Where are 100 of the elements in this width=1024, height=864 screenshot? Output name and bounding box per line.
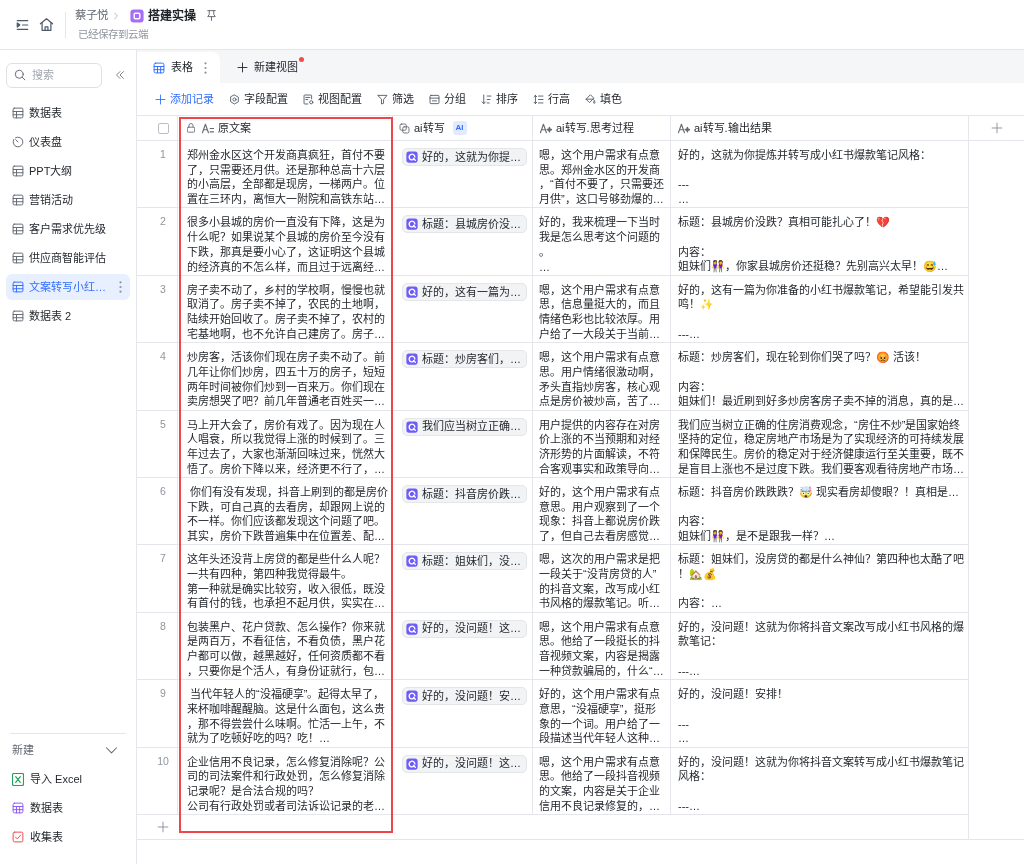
more-icon[interactable]	[119, 281, 122, 293]
ai-generated-text: 好的，这个用户需求有点意思。用户观察到了一个现象：抖音上都说房价跌了，但自己去看房感觉…	[539, 484, 661, 544]
sidebar-item[interactable]: 供应商智能评估	[6, 245, 130, 271]
row-number: 2	[160, 214, 166, 229]
source-text: 这年头还没背上房贷的都是些什么人呢？	[187, 552, 386, 568]
home-icon[interactable]	[39, 17, 54, 32]
new-menu-item[interactable]: 收集表	[0, 824, 136, 850]
document-settings-icon	[303, 93, 314, 105]
sidebar-item[interactable]: PPT大纲	[6, 158, 130, 184]
column-header[interactable]: ai转写 AI	[393, 116, 533, 140]
view-settings-button[interactable]: 视图配置	[303, 90, 362, 108]
document-title[interactable]: 搭建实操	[148, 6, 196, 25]
logo-icon	[406, 690, 418, 703]
row-number: 8	[160, 618, 166, 633]
ai-generated-text: 嗯，这次的用户需求是把一段关于“没背房贷的人”的抖音文案，改写成小红书风格的爆款笔记。听…	[539, 552, 661, 612]
row-number: 5	[160, 416, 166, 431]
ai-generated-text: 姐妹们👭，你家县城房价还挺稳？先别高兴太早！😅…	[678, 259, 949, 275]
ai-generated-text: 内容：	[678, 379, 712, 395]
collapse-icon[interactable]	[115, 69, 125, 80]
sidebar-item[interactable]: 客户需求优先级	[6, 216, 130, 242]
logo-icon	[406, 757, 418, 770]
ai-generated-text: 内容：	[678, 514, 712, 530]
add-column-button[interactable]	[990, 122, 1003, 134]
spreadsheet-icon	[12, 772, 24, 786]
ai-generated-text: 我们应当树立正确的住房消费观念，“房住不炒”是国家始终坚持的定位，稳定房地产市场是为了实现经济的可持续发展和保障民生。房价的稳定对于经济健康运行至关重要，既不是盲目上涨也不是过度下跌。我们要客观看待房地产市场…	[678, 417, 965, 477]
sidebar-item[interactable]: 文案转写小红…	[6, 274, 130, 300]
sidebar-item[interactable]: 数据表	[6, 100, 130, 126]
column-header[interactable]: ai转写.思考过程	[533, 116, 671, 140]
sidebar-item[interactable]: 营销活动	[6, 187, 130, 213]
row-height-icon	[533, 93, 544, 105]
table-icon	[12, 310, 24, 322]
ai-text-field-icon	[678, 122, 690, 134]
source-text: 企业信用不良记录，怎么修复消除呢？公司的司法案件和行政处罚，怎么修复消除记录呢？是合法合规的吗？	[187, 754, 386, 799]
fill-color-button[interactable]: 填色	[585, 90, 622, 108]
ai-generated-text: …	[539, 259, 551, 275]
ai-result-chip[interactable]: 标题：炒房客们，…	[402, 350, 527, 369]
ai-generated-text: ---…	[678, 798, 701, 814]
source-text: 当代年轻人的“没福硬享”。起得太早了，来杯咖啡醒醒脑。这是什么面包，这么贵，那不得尝尝什么味啊。忙活一上午，不就为了吃顿好吃的吗？吃！…	[187, 687, 386, 746]
ai-generated-text: 好的，这有一篇为你准备的小红书爆款笔记，希望能引发共鸣！✨	[678, 282, 965, 313]
ai-result-chip[interactable]: 标题：抖音房价跌…	[402, 484, 527, 503]
ai-result-chip[interactable]: 标题：县城房价没…	[402, 215, 527, 234]
source-text: 马上开大会了，房价有戏了。因为现在人人唱衰，所以我觉得上涨的时候到了。三年过去了，大家也渐渐回味过来，恍然大悟了。房价下降以来，经济更不行了，…	[187, 417, 386, 477]
plus-icon	[157, 820, 169, 833]
sidebar-item[interactable]: 仪表盘	[6, 129, 130, 155]
column-header[interactable]: ai转写.输出结果	[671, 116, 969, 140]
sort-button[interactable]: 排序	[481, 90, 518, 108]
ai-result-chip[interactable]: 好的，这就为你提…	[402, 148, 527, 166]
breadcrumb-link[interactable]: 蔡子悦	[75, 7, 108, 25]
source-text: 公司有行政处罚或者司法诉讼记录的老…	[187, 798, 386, 814]
view-tab[interactable]: 新建视图	[235, 52, 300, 83]
ai-generated-text: 好的，这个用户需求有点意思，“没福硬享”，挺形象的一个词。用户给了一段描述当代年轻人这种…	[539, 687, 661, 746]
search-field[interactable]: 搜索	[6, 62, 102, 88]
more-icon[interactable]	[204, 61, 207, 74]
ai-generated-text: …	[678, 192, 690, 207]
field-settings-button[interactable]: 字段配置	[229, 90, 288, 108]
table-icon	[12, 223, 24, 235]
new-section-header[interactable]: 新建	[0, 737, 136, 763]
ai-generated-text: 姐妹们👭，是不是跟我一样？…	[678, 529, 836, 544]
row-number: 4	[160, 349, 166, 364]
ai-result-chip[interactable]: 好的，没问题！这…	[402, 754, 527, 773]
new-menu-item[interactable]: 导入 Excel	[0, 766, 136, 792]
row-number: 7	[160, 551, 166, 566]
sidebar-toggle-icon[interactable]	[15, 17, 30, 32]
ai-result-chip[interactable]: 好的，没问题！这…	[402, 619, 527, 638]
sort-icon	[481, 93, 492, 105]
logo-icon	[406, 555, 418, 568]
sidebar-item[interactable]: 数据表 2	[6, 303, 130, 329]
table-icon	[153, 61, 165, 74]
row-number: 10	[157, 753, 169, 768]
add-row-button[interactable]	[157, 820, 169, 833]
row-number: 6	[160, 483, 166, 498]
logo-icon	[406, 420, 418, 433]
ai-result-chip[interactable]: 好的，没问题！安…	[402, 687, 527, 706]
filter-icon	[377, 93, 388, 105]
table-icon	[12, 802, 24, 814]
new-menu-item[interactable]: 数据表	[0, 795, 136, 821]
select-all-checkbox[interactable]	[158, 122, 169, 134]
ai-generated-text: ---	[678, 716, 690, 732]
source-text: 很多小县城的房价一直没有下降，这是为什么呢？如果说某个县城的房价至今没有下跌，那真是要小心了，这证明这个县城的经济真的不怎么样，而且过于远离经…	[187, 215, 386, 275]
filter-button[interactable]: 筛选	[377, 90, 414, 108]
ai-result-chip[interactable]: 标题：姐妹们，没…	[402, 552, 527, 571]
view-tab[interactable]: 表格	[137, 52, 220, 83]
row-height-button[interactable]: 行高	[533, 90, 570, 108]
add-record-button[interactable]: 添加记录	[155, 90, 214, 108]
group-button[interactable]: 分组	[429, 90, 466, 108]
logo-icon	[406, 218, 418, 231]
settings-icon	[229, 93, 240, 105]
source-text: 第一种就是确实比较穷，收入很低，既没有首付的钱，也承担不起月供，实实在…	[187, 581, 386, 612]
ai-result-chip[interactable]: 我们应当树立正确…	[402, 417, 527, 436]
source-text: 一共有四种，第四种我觉得最牛。	[187, 567, 353, 582]
ai-generated-text: 标题：姐妹们，没房贷的都是什么神仙？第四种也太酷了吧！🏡💰	[678, 552, 965, 582]
ai-result-chip[interactable]: 好的，这有一篇为…	[402, 282, 527, 301]
column-header[interactable]: 原文案	[178, 116, 393, 140]
text-field-icon	[202, 122, 214, 134]
table-icon	[12, 194, 24, 206]
ai-generated-text: …	[678, 731, 690, 746]
ai-generated-text: 嗯，这个用户需求有点意思。郑州金水区的开发商，“首付不要了，只需要还月供”，这口号够劲爆的…	[539, 148, 665, 207]
paint-bucket-icon	[585, 93, 596, 105]
pin-icon[interactable]	[207, 10, 216, 22]
row-number: 3	[160, 281, 166, 296]
